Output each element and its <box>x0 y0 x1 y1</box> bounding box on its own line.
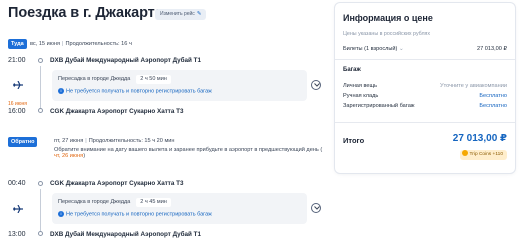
trip-coins-text: Trip Coins +110 <box>469 152 503 157</box>
outbound-route-line <box>40 66 41 110</box>
tickets-label: Билеты (1 взрослый) <box>343 46 398 52</box>
inbound-arr-time: 13:00 <box>8 231 26 238</box>
outbound-tag: Туда <box>8 39 27 49</box>
price-info-card: Информация о цене Цены указаны в российс… <box>335 3 515 173</box>
baggage-label: Зарегистрированный багаж <box>343 103 415 109</box>
inbound-transfer-note: Не требуется получать и повторно регистр… <box>66 211 212 218</box>
outbound-duration: Продолжительность: 16 ч <box>65 41 132 47</box>
price-currency-note: Цены указаны в российских рублях <box>343 31 431 37</box>
divider <box>335 59 515 60</box>
outbound-transfer-note: Не требуется получать и повторно регистр… <box>66 88 212 95</box>
plane-icon <box>13 205 23 213</box>
inbound-date: пт, 27 июня <box>54 138 84 144</box>
total-label: Итого <box>343 136 365 145</box>
inbound-duration: Продолжительность: 15 ч 20 мин <box>88 138 175 144</box>
baggage-label: Ручная кладь <box>343 93 379 99</box>
outbound-dep-time: 21:00 <box>8 57 26 64</box>
inbound-dep-time: 00:40 <box>8 180 26 187</box>
inbound-arr-dot <box>38 231 43 236</box>
divider <box>335 122 515 123</box>
baggage-value: Бесплатно <box>479 93 507 99</box>
inbound-date-notice: Обратите внимание на дату вашего вылета … <box>54 147 322 159</box>
baggage-row-checked: Зарегистрированный багаж Бесплатно <box>343 103 507 109</box>
baggage-value: Бесплатно <box>479 103 507 109</box>
edit-flight-button[interactable]: Изменить рейс ✎ <box>155 9 207 20</box>
total-value: 27 013,00 ₽ <box>452 133 507 144</box>
outbound-expand-button[interactable] <box>311 80 321 90</box>
baggage-label: Личная вещь <box>343 83 378 89</box>
baggage-heading: Багаж <box>343 67 361 73</box>
inbound-meta: пт, 27 июня | Продолжительность: 15 ч 20 м… <box>54 138 175 144</box>
inbound-route-line <box>40 189 41 233</box>
outbound-arr-time: 16:00 <box>8 108 26 115</box>
info-icon: i <box>58 88 64 94</box>
baggage-row-personal: Личная вещь Уточните у авиакомпании <box>343 83 507 89</box>
inbound-tag: Обратно <box>8 137 38 147</box>
inbound-expand-button[interactable] <box>311 203 321 213</box>
inbound-notice-end: ) <box>83 153 86 159</box>
outbound-arrival-date-note: 16 июня <box>8 101 27 107</box>
info-icon: i <box>58 211 64 217</box>
outbound-date: вс, 15 июня <box>30 41 61 47</box>
baggage-row-carry-on: Ручная кладь Бесплатно <box>343 93 507 99</box>
inbound-dep-dot <box>38 181 43 186</box>
tickets-row[interactable]: Билеты (1 взрослый) ⌄ 27 013,00 ₽ <box>343 46 507 52</box>
outbound-arr-airport: CGK Джакарта Аэропорт Сукарно Хатта Т3 <box>50 108 184 115</box>
pencil-icon: ✎ <box>196 11 202 17</box>
plane-icon <box>13 81 23 89</box>
baggage-value: Уточните у авиакомпании <box>440 83 507 89</box>
chevron-down-icon: ⌄ <box>398 46 404 52</box>
inbound-transfer-box: Пересадка в городе Джедда 2 ч 45 мин i Не … <box>52 193 307 224</box>
outbound-transfer-duration: 2 ч 50 мин <box>136 75 171 84</box>
page-title: Поездка в г. Джакарта <box>8 5 163 21</box>
outbound-transfer-box: Пересадка в городе Джедда 2 ч 50 мин i Не … <box>52 70 307 101</box>
inbound-transfer-duration: 2 ч 45 мин <box>136 198 171 207</box>
trip-coins-badge: Trip Coins +110 <box>459 150 507 160</box>
outbound-meta: вс, 15 июня | Продолжительность: 16 ч <box>30 41 132 47</box>
price-heading: Информация о цене <box>343 13 433 23</box>
chevron-down-icon <box>313 206 320 210</box>
chevron-down-icon <box>313 83 320 87</box>
edit-flight-label: Изменить рейс <box>160 11 195 17</box>
inbound-transfer-city: Пересадка в городе Джедда <box>58 199 131 205</box>
inbound-notice-text: Обратите внимание на дату вашего вылета … <box>54 147 323 153</box>
tickets-value: 27 013,00 ₽ <box>477 46 507 52</box>
inbound-arr-airport: DXB Дубай Международный Аэропорт Дубай Т… <box>50 231 202 238</box>
outbound-transfer-city: Пересадка в городе Джедда <box>58 76 131 82</box>
outbound-dep-dot <box>38 58 43 63</box>
inbound-dep-airport: CGK Джакарта Аэропорт Сукарно Хатта Т3 <box>50 180 184 187</box>
inbound-notice-date: чт, 26 июня <box>54 153 84 159</box>
outbound-dep-airport: DXB Дубай Международный Аэропорт Дубай Т… <box>50 57 202 64</box>
coin-icon <box>461 150 468 156</box>
outbound-arr-dot <box>38 108 43 113</box>
